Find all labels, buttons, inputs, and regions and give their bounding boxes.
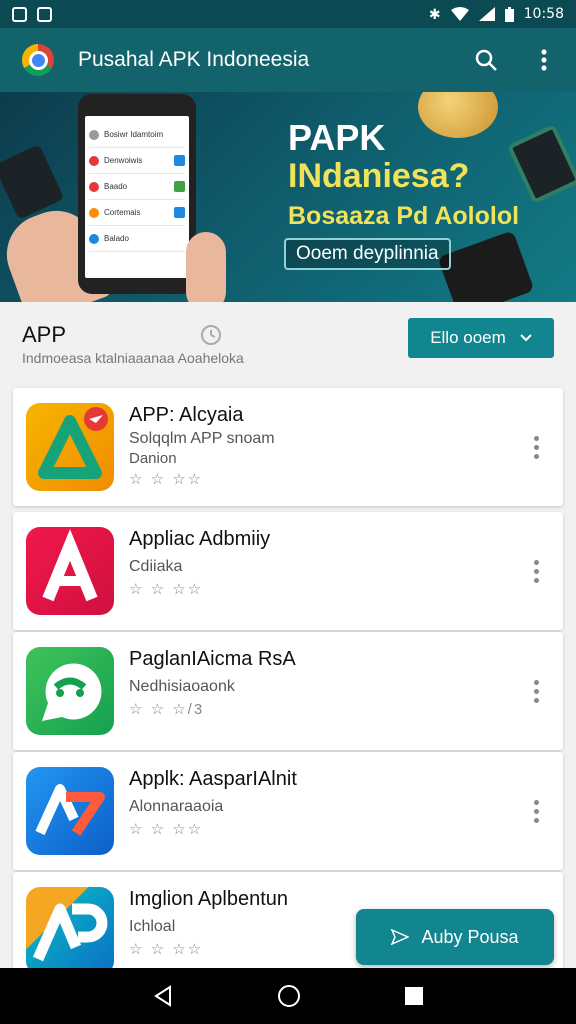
- section-subtitle: Indmoeasa ktalniaaanaa Aoaheloka: [22, 350, 244, 366]
- app-icon: [26, 403, 114, 491]
- decorative-phone-image: [0, 144, 65, 220]
- filter-dropdown-button[interactable]: Ello ooem: [408, 318, 554, 358]
- home-icon[interactable]: [277, 984, 301, 1008]
- notification-icon: [12, 6, 27, 22]
- decorative-phone-image: [437, 230, 535, 302]
- rating-stars: ☆ ☆ ☆☆: [129, 821, 204, 838]
- battery-icon: [504, 6, 514, 22]
- wifi-icon: [450, 7, 469, 21]
- app-description: Ichloal: [129, 918, 176, 935]
- status-icons: ✱ 10:58: [429, 6, 564, 23]
- clock-time: 10:58: [523, 6, 564, 22]
- app-description: Solqqlm APP snoam: [129, 430, 275, 447]
- app-bar: Pusahal APK Indoneesia: [0, 28, 576, 92]
- signal-icon: [478, 7, 495, 21]
- chrome-icon: [22, 44, 54, 76]
- app-description: Alonnaraaoia: [129, 798, 224, 815]
- more-options-icon[interactable]: [527, 796, 545, 826]
- phone-row: Baado: [89, 174, 185, 200]
- app-developer: Danion: [129, 450, 177, 467]
- rating-stars: ☆ ☆ ☆☆: [129, 581, 204, 598]
- phone-row: Cortemais: [89, 200, 185, 226]
- recents-icon[interactable]: [404, 986, 424, 1006]
- banner-subtitle: Bosaaza Pd Aololol: [288, 202, 520, 230]
- more-options-icon[interactable]: [527, 556, 545, 586]
- send-icon: [391, 929, 410, 945]
- list-item[interactable]: Applk: AasparIAlnit Alonnaraaoia ☆ ☆ ☆☆: [13, 752, 563, 870]
- app-name: PaglanIAicma RsA: [129, 648, 296, 670]
- floating-action-button[interactable]: Auby Pousa: [356, 909, 554, 965]
- phone-screen: Bosiwr Idamtoim Denwoiwis Baado Cortemai…: [85, 116, 189, 278]
- more-options-icon[interactable]: [527, 432, 545, 462]
- search-icon[interactable]: [472, 46, 500, 74]
- app-icon: [26, 887, 114, 975]
- status-bar: ✱ 10:58: [0, 0, 576, 28]
- back-icon[interactable]: [152, 985, 174, 1007]
- phone-row: Balado: [89, 226, 185, 252]
- chevron-down-icon: [520, 334, 532, 342]
- app-title: Pusahal APK Indoneesia: [78, 48, 310, 71]
- phone-mockup: Bosiwr Idamtoim Denwoiwis Baado Cortemai…: [78, 94, 196, 294]
- phone-row: Bosiwr Idamtoim: [89, 122, 185, 148]
- system-navigation-bar: [0, 968, 576, 1024]
- more-vert-icon[interactable]: [530, 46, 558, 74]
- app-icon: [26, 527, 114, 615]
- list-item[interactable]: PaglanIAicma RsA Nedhisiaoaonk ☆ ☆ ☆/3: [13, 632, 563, 750]
- list-item[interactable]: APP: Alcyaia Solqqlm APP snoam Danion ☆ …: [13, 388, 563, 506]
- app-icon: [26, 647, 114, 735]
- app-description: Cdiiaka: [129, 558, 183, 575]
- section-title: APP: [22, 322, 67, 347]
- bluetooth-icon: ✱: [428, 5, 441, 22]
- thumb-image: [186, 232, 226, 302]
- screen: ✱ 10:58 Pusahal APK Indoneesia Bosiwr Id…: [0, 0, 576, 1024]
- app-bar-actions: [472, 46, 558, 74]
- app-name: Applk: AasparIAlnit: [129, 768, 297, 790]
- promo-banner[interactable]: Bosiwr Idamtoim Denwoiwis Baado Cortemai…: [0, 92, 576, 302]
- rating-stars: ☆ ☆ ☆☆: [129, 941, 204, 958]
- notification-icon: [37, 6, 52, 22]
- banner-cta[interactable]: Ooem deyplinnia: [284, 238, 451, 270]
- filter-label: Ello ooem: [430, 328, 506, 347]
- phone-row: Denwoiwis: [89, 148, 185, 174]
- app-description: Nedhisiaoaonk: [129, 678, 235, 695]
- app-name: APP: Alcyaia: [129, 404, 244, 426]
- list-item[interactable]: Appliac Adbmiiy Cdiiaka ☆ ☆ ☆☆: [13, 512, 563, 630]
- app-name: Appliac Adbmiiy: [129, 528, 271, 550]
- decorative-phone-image: [506, 124, 576, 204]
- rating-stars: ☆ ☆ ☆☆: [129, 471, 204, 488]
- notification-icons: [12, 6, 52, 22]
- app-name: Imglion Aplbentun: [129, 888, 289, 910]
- section-header: APP Indmoeasa ktalniaaanaa Aoaheloka Ell…: [0, 302, 576, 382]
- clock-icon: [201, 325, 221, 345]
- more-options-icon[interactable]: [527, 676, 545, 706]
- decorative-mascot-image: [418, 92, 498, 138]
- app-icon: [26, 767, 114, 855]
- banner-heading-line2: INdaniesa?: [288, 157, 470, 195]
- banner-heading: PAPK: [288, 117, 386, 158]
- rating-stars: ☆ ☆ ☆/3: [129, 701, 205, 718]
- fab-label: Auby Pousa: [421, 926, 519, 947]
